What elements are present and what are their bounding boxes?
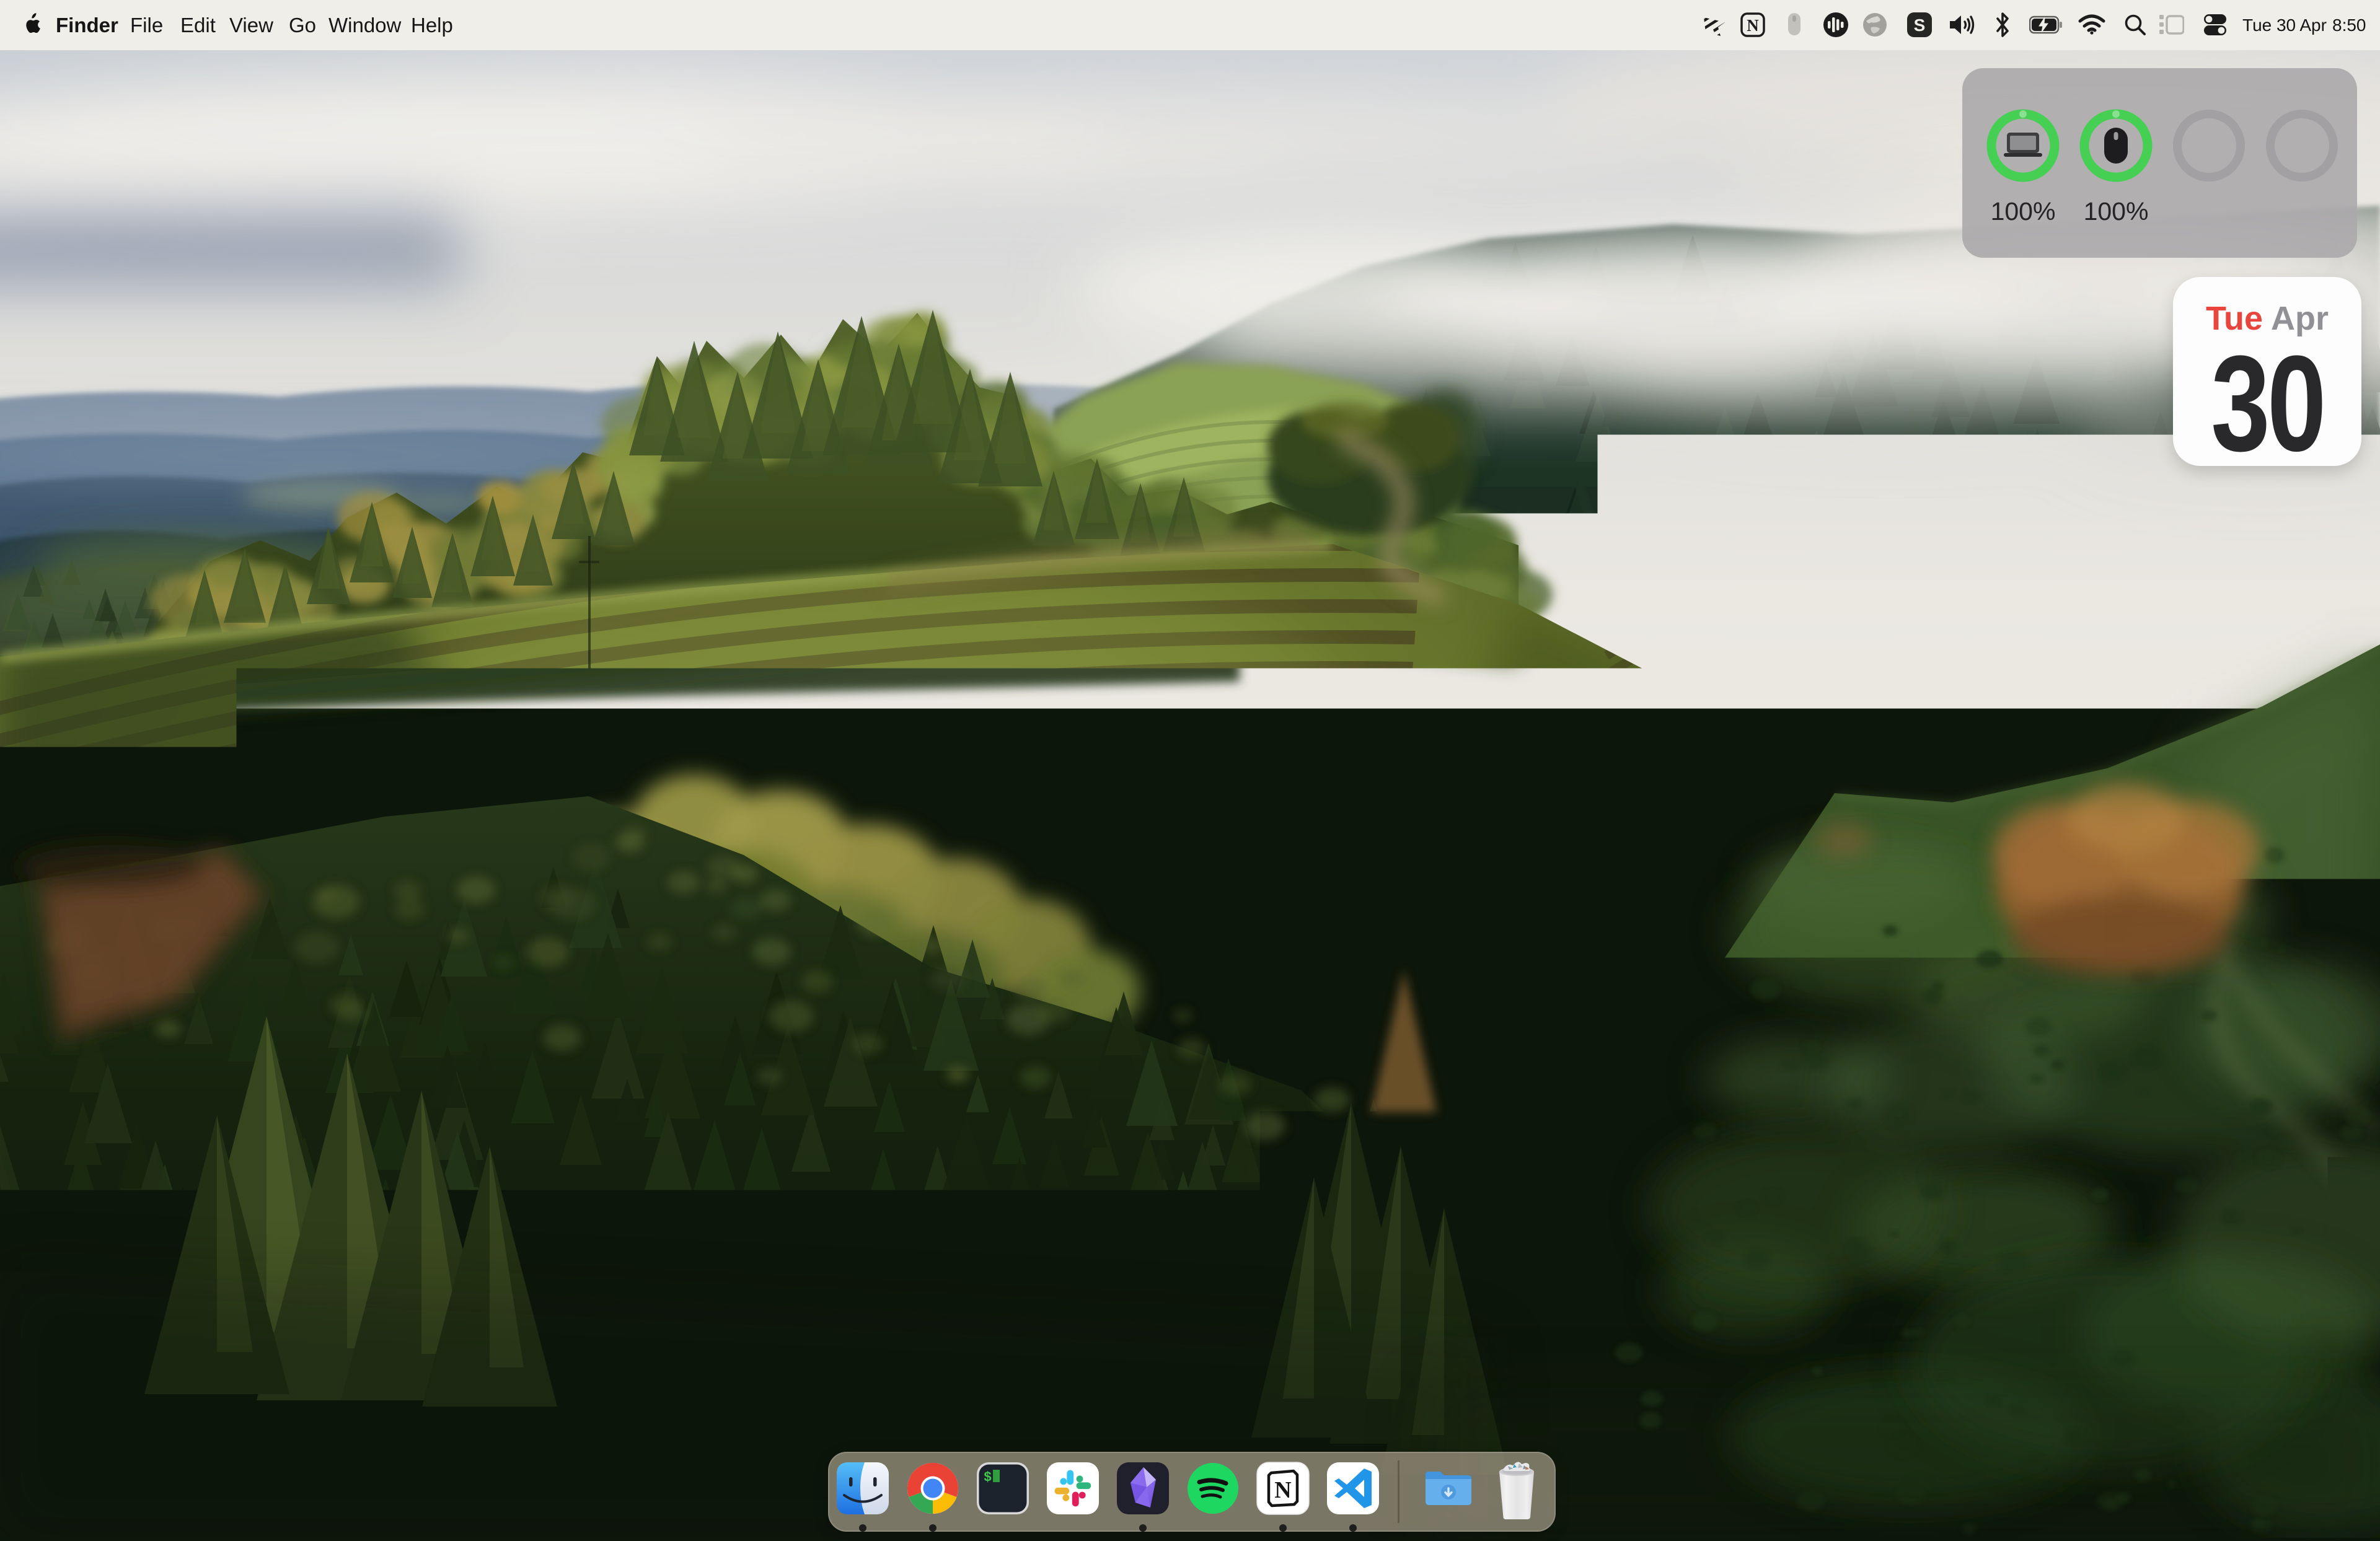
svg-text:S: S bbox=[1914, 15, 1926, 35]
svg-text:N: N bbox=[1747, 16, 1759, 35]
svg-text:$: $ bbox=[984, 1470, 992, 1485]
svg-text:N: N bbox=[1274, 1477, 1291, 1503]
